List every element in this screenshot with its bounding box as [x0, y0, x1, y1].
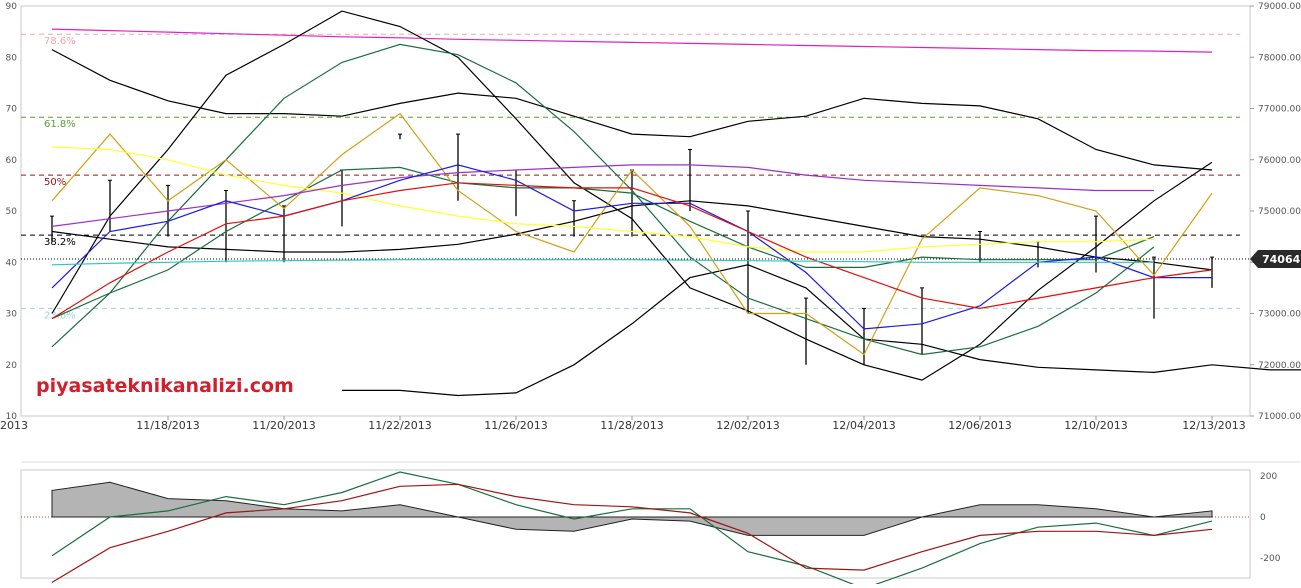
fib-level-label: 38.2% [44, 237, 76, 248]
oscillator-tick-label: 200 [1260, 472, 1277, 482]
right-axis-tick-label: 75000.00 [1258, 207, 1301, 217]
x-axis-date-label: 12/02/2013 [716, 419, 779, 432]
x-axis-date-label: 12/10/2013 [1064, 419, 1127, 432]
fib-level-label: 61.8% [44, 119, 76, 130]
right-axis-tick-label: 71000.00 [1258, 412, 1301, 422]
current-price-label: 74064, [1262, 253, 1301, 266]
left-axis-tick-label: 40 [6, 258, 18, 268]
fib-level-label: 78.6% [44, 36, 76, 47]
left-axis-tick-label: 50 [6, 207, 18, 217]
fib-level-label: 50% [44, 177, 66, 188]
watermark-box: piyasateknikanalizi.com [30, 364, 298, 408]
x-axis-date-label: 11/22/2013 [368, 419, 431, 432]
fib-level-label: 23.6% [44, 310, 76, 321]
x-axis-date-label: 11/18/2013 [136, 419, 199, 432]
right-axis-tick-label: 77000.00 [1258, 105, 1301, 115]
right-axis-tick-label: 79000.00 [1258, 2, 1301, 12]
left-axis-tick-label: 20 [6, 361, 18, 371]
x-axis-date-label: 12/04/2013 [832, 419, 895, 432]
watermark-text: piyasateknikanalizi.com [36, 375, 294, 397]
right-axis-tick-label: 73000.00 [1258, 310, 1301, 320]
x-axis-date-label: 11/20/2013 [252, 419, 315, 432]
left-axis-tick-label: 80 [6, 53, 18, 63]
left-axis-tick-label: 30 [6, 310, 18, 320]
left-axis-tick-label: 90 [6, 2, 18, 12]
left-axis-tick-label: 60 [6, 156, 18, 166]
x-axis-date-label: 12/06/2013 [948, 419, 1011, 432]
right-axis-tick-label: 76000.00 [1258, 156, 1301, 166]
right-axis-tick-label: 78000.00 [1258, 53, 1301, 63]
x-axis-partial-label: 2013 [0, 419, 28, 432]
chart-area: 10 20 30 40 50 60 70 80 90 71000.00 72000.00 73000.… [0, 0, 1301, 588]
oscillator-tick-label: -200 [1260, 554, 1281, 564]
left-axis-tick-label: 70 [6, 105, 18, 115]
main-plot-frame [20, 5, 1251, 417]
oscillator-tick-label: 0 [1260, 513, 1266, 523]
oscillator-frame [20, 469, 1251, 579]
x-axis-date-label: 11/26/2013 [484, 419, 547, 432]
x-axis-date-label: 11/28/2013 [600, 419, 663, 432]
price-chart-svg: 10203040506070809071000.0072000.0073000.… [0, 2, 1301, 588]
x-axis-date-label: 12/13/2013 [1182, 419, 1245, 432]
